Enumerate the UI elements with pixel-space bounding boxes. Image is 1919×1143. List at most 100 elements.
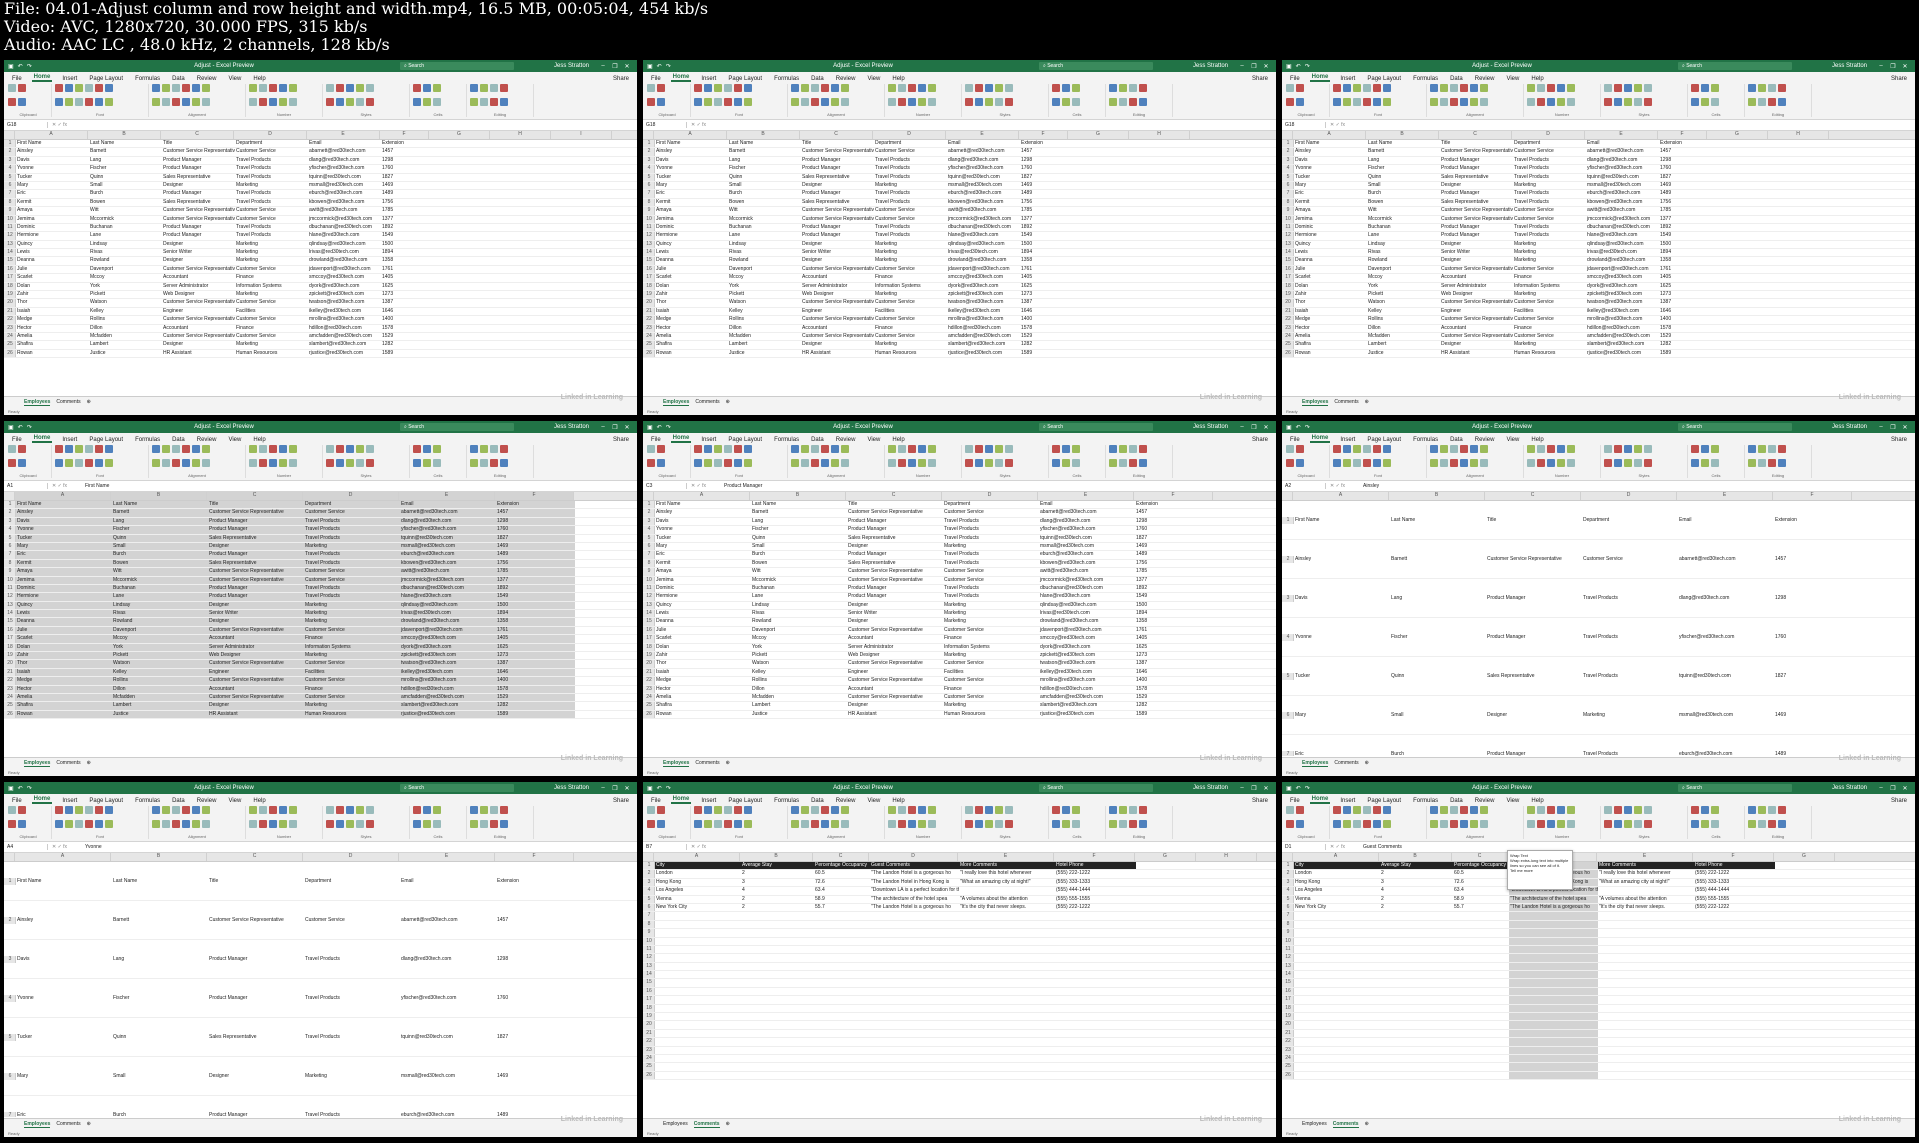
share-button[interactable]: Share: [611, 798, 631, 804]
row-number[interactable]: 6: [4, 1072, 16, 1080]
undo-icon[interactable]: ↶: [1296, 424, 1301, 431]
cell[interactable]: twatson@red30tech.com: [1039, 660, 1135, 667]
styles-command-icon[interactable]: [336, 445, 344, 453]
cell[interactable]: [959, 938, 1055, 945]
cell[interactable]: Lang: [89, 157, 162, 164]
cell[interactable]: [1453, 921, 1509, 928]
editing-command-icon[interactable]: [1129, 820, 1137, 828]
styles-command-icon[interactable]: [1634, 98, 1642, 106]
cell[interactable]: Buchanan: [89, 224, 162, 231]
cell[interactable]: 1298: [381, 157, 430, 164]
cell[interactable]: Burch: [112, 551, 208, 559]
cell[interactable]: qlindsay@red30tech.com: [400, 601, 496, 610]
editing-command-icon[interactable]: [1129, 445, 1137, 453]
select-all-corner[interactable]: [4, 131, 15, 139]
cells-command-icon[interactable]: [1052, 820, 1060, 828]
cell[interactable]: Travel Products: [304, 551, 400, 559]
font-command-icon[interactable]: [65, 98, 73, 106]
cell[interactable]: Dolan: [655, 644, 751, 651]
cell[interactable]: Medge: [1294, 316, 1367, 323]
column-header-c[interactable]: C: [207, 492, 303, 500]
cell[interactable]: [1694, 1013, 1775, 1020]
cell[interactable]: 1549: [496, 593, 575, 601]
cell[interactable]: Marketing: [1513, 241, 1586, 248]
editing-command-icon[interactable]: [1778, 806, 1786, 814]
row-number[interactable]: 13: [1282, 240, 1294, 249]
cell[interactable]: Travel Products: [1582, 595, 1678, 602]
cell[interactable]: Barnett: [1390, 556, 1486, 563]
cell[interactable]: Travel Products: [874, 224, 947, 231]
cell[interactable]: Barnett: [112, 917, 208, 924]
cell[interactable]: Mccoy: [1367, 274, 1440, 281]
cell[interactable]: [814, 979, 870, 986]
cell[interactable]: Lang: [112, 517, 208, 526]
cell[interactable]: Rowan: [16, 350, 89, 357]
cell[interactable]: abarnett@red30tech.com: [308, 148, 381, 155]
cell[interactable]: [1055, 1030, 1136, 1037]
row-number[interactable]: 5: [1282, 173, 1294, 181]
cell[interactable]: 1589: [1135, 711, 1214, 718]
cell[interactable]: drowland@red30tech.com: [308, 257, 381, 264]
cell[interactable]: Burch: [751, 551, 847, 558]
cell[interactable]: tquinn@red30tech.com: [1039, 535, 1135, 542]
alignment-command-icon[interactable]: [172, 459, 180, 467]
font-command-icon[interactable]: [694, 98, 702, 106]
cell[interactable]: Marketing: [943, 618, 1039, 625]
column-header-f[interactable]: F: [1019, 131, 1068, 139]
column-header-d[interactable]: D: [942, 492, 1038, 500]
cell[interactable]: Lang: [112, 956, 208, 963]
clipboard-command-icon[interactable]: [657, 84, 665, 92]
number-command-icon[interactable]: [1557, 84, 1565, 92]
alignment-command-icon[interactable]: [1480, 84, 1488, 92]
styles-command-icon[interactable]: [356, 84, 364, 92]
minimize-icon[interactable]: –: [597, 785, 609, 791]
redo-icon[interactable]: ↷: [1305, 785, 1310, 792]
cell[interactable]: Customer Service Representative: [208, 660, 304, 668]
row-number[interactable]: 1: [4, 501, 16, 509]
alignment-command-icon[interactable]: [1440, 445, 1448, 453]
styles-command-icon[interactable]: [326, 98, 334, 106]
cell[interactable]: Customer Service Representative: [1440, 266, 1513, 273]
cell[interactable]: Witt: [751, 568, 847, 575]
sheet-tab-employees[interactable]: Employees: [663, 760, 690, 767]
cell[interactable]: Tucker: [655, 174, 728, 181]
cell[interactable]: Customer Service: [1582, 556, 1678, 563]
cell[interactable]: 1625: [496, 643, 575, 652]
tab-page-layout[interactable]: Page Layout: [87, 76, 125, 82]
alignment-command-icon[interactable]: [841, 84, 849, 92]
cell[interactable]: Customer Service Representative: [1440, 333, 1513, 340]
cell[interactable]: Rivas: [728, 249, 801, 256]
cell[interactable]: Quinn: [728, 174, 801, 181]
number-command-icon[interactable]: [1567, 445, 1575, 453]
row-number[interactable]: 10: [643, 215, 655, 223]
cell[interactable]: Extension: [1020, 140, 1069, 147]
alignment-command-icon[interactable]: [821, 459, 829, 467]
cell[interactable]: 2: [741, 896, 814, 903]
alignment-command-icon[interactable]: [811, 806, 819, 814]
cell[interactable]: [1694, 963, 1775, 970]
cell[interactable]: Extension: [1774, 517, 1853, 524]
row-number[interactable]: 26: [1282, 1071, 1294, 1080]
cell[interactable]: eburch@red30tech.com: [400, 1112, 496, 1118]
number-command-icon[interactable]: [1527, 445, 1535, 453]
editing-command-icon[interactable]: [1768, 459, 1776, 467]
tab-home[interactable]: Home: [670, 796, 692, 804]
cell[interactable]: 1400: [496, 677, 575, 685]
cell[interactable]: Designer: [847, 618, 943, 625]
sheet-tab-employees[interactable]: Employees: [24, 760, 51, 767]
cell[interactable]: Bowen: [751, 560, 847, 567]
cell[interactable]: Department: [304, 878, 400, 885]
cell[interactable]: [1509, 945, 1598, 954]
cell[interactable]: [959, 946, 1055, 953]
cell[interactable]: Marketing: [874, 341, 947, 348]
cell[interactable]: jmccormick@red30tech.com: [308, 216, 381, 223]
alignment-command-icon[interactable]: [1480, 98, 1488, 106]
tab-help[interactable]: Help: [890, 798, 906, 804]
cell[interactable]: yfischer@red30tech.com: [400, 995, 496, 1002]
cell[interactable]: 1894: [1659, 249, 1708, 256]
cell[interactable]: [870, 1030, 959, 1037]
close-icon[interactable]: ✕: [1899, 424, 1911, 431]
font-command-icon[interactable]: [1343, 459, 1351, 467]
cell[interactable]: Buchanan: [112, 584, 208, 593]
cell[interactable]: [959, 954, 1055, 961]
